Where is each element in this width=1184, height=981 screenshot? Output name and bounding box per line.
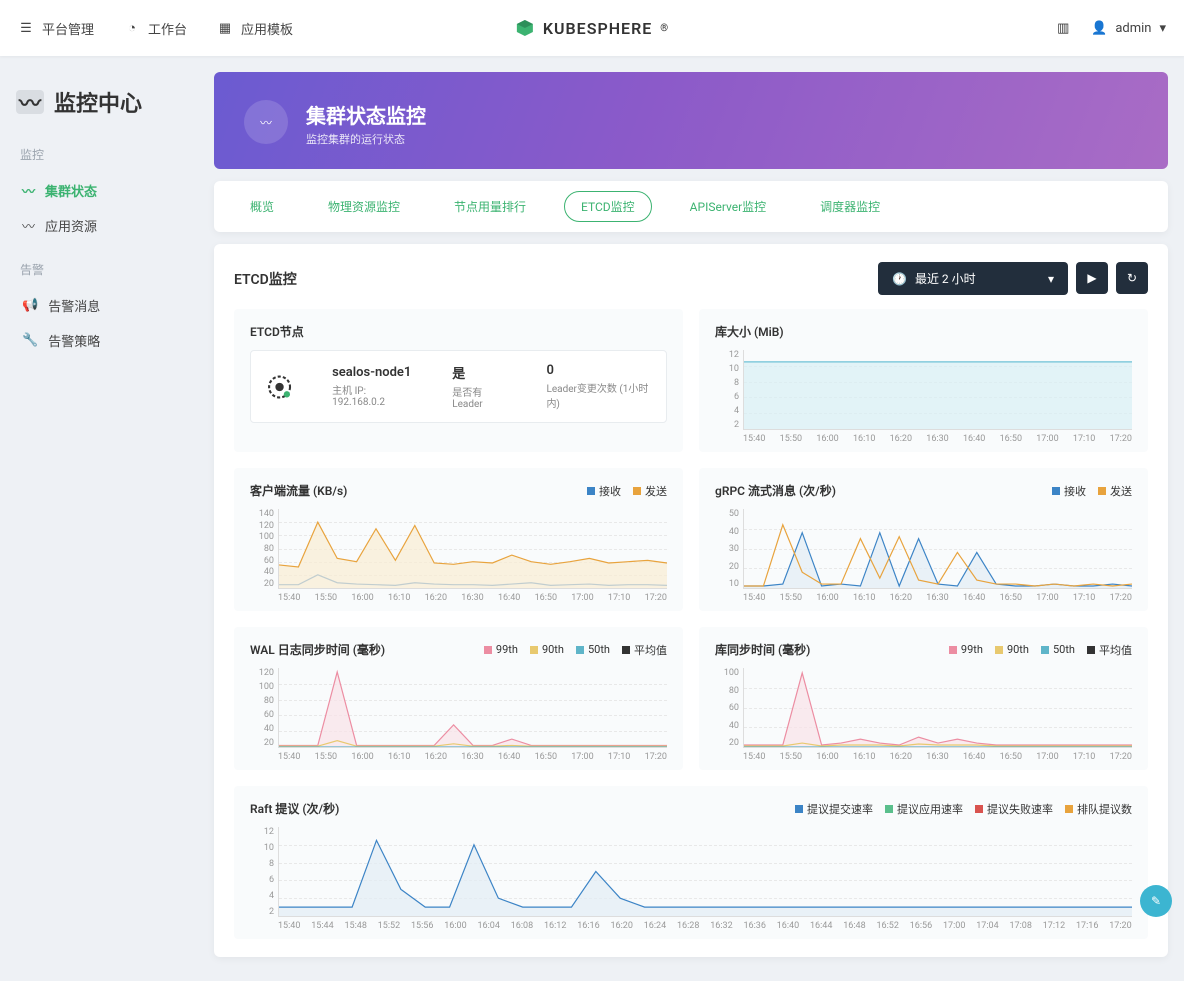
chevron-down-icon: ▾ bbox=[1159, 21, 1166, 36]
menu-icon: 📢 bbox=[22, 298, 38, 313]
menu-icon: 〰 bbox=[22, 216, 35, 235]
user-menu[interactable]: 👤admin▾ bbox=[1091, 20, 1166, 36]
nav-templates[interactable]: ▦应用模板 bbox=[217, 19, 293, 38]
time-range-selector[interactable]: 🕐最近 2 小时 ▾ bbox=[878, 262, 1068, 295]
monitor-icon: 〰 bbox=[16, 90, 44, 114]
panel-title: ETCD监控 bbox=[234, 269, 297, 289]
menu-icon: 〰 bbox=[22, 181, 35, 200]
sidebar-item[interactable]: 〰应用资源 bbox=[16, 208, 194, 243]
logo: KUBESPHERE® bbox=[515, 18, 669, 38]
tab[interactable]: 节点用量排行 bbox=[438, 192, 542, 221]
chart-grpc: gRPC 流式消息 (次/秒)接收发送 5040302010 15:4015:5… bbox=[699, 468, 1148, 611]
chart-wal: WAL 日志同步时间 (毫秒)99th90th50th平均值 120100806… bbox=[234, 627, 683, 770]
tab[interactable]: 调度器监控 bbox=[804, 192, 896, 221]
help-button[interactable]: ✎ bbox=[1140, 885, 1172, 917]
page-title: 集群状态监控 bbox=[244, 100, 1138, 129]
chart-raft: Raft 提议 (次/秒)提议提交速率提议应用速率提议失败速率排队提议数 121… bbox=[234, 786, 1148, 939]
tab[interactable]: APIServer监控 bbox=[674, 192, 783, 221]
play-button[interactable]: ▶ bbox=[1076, 262, 1108, 294]
notification-icon[interactable]: ▥ bbox=[1055, 20, 1071, 36]
clock-icon: 🕐 bbox=[892, 272, 907, 286]
tab[interactable]: ETCD监控 bbox=[564, 191, 652, 222]
menu-icon: 🔧 bbox=[22, 333, 38, 348]
page-hero: 〰 集群状态监控 监控集群的运行状态 bbox=[214, 72, 1168, 169]
refresh-button[interactable]: ↻ bbox=[1116, 262, 1148, 294]
tab[interactable]: 概览 bbox=[234, 192, 290, 221]
sidebar-item[interactable]: 〰集群状态 bbox=[16, 173, 194, 208]
chart-dbsize: 库大小 (MiB) 12108642 15:4015:5016:0016:101… bbox=[699, 309, 1148, 452]
sidebar-item[interactable]: 🔧告警策略 bbox=[16, 323, 194, 358]
nav-workspace[interactable]: ◔工作台 bbox=[124, 19, 187, 38]
tabs: 概览物理资源监控节点用量排行 ETCD监控 APIServer监控调度器监控 bbox=[214, 181, 1168, 232]
user-icon: 👤 bbox=[1091, 20, 1107, 36]
chart-dbsync: 库同步时间 (毫秒)99th90th50th平均值 10080604020 15… bbox=[699, 627, 1148, 770]
tab[interactable]: 物理资源监控 bbox=[312, 192, 416, 221]
nav-platform[interactable]: ☰平台管理 bbox=[18, 19, 94, 38]
chevron-down-icon: ▾ bbox=[1048, 272, 1054, 286]
gear-icon bbox=[267, 373, 292, 401]
sidebar-item[interactable]: 📢告警消息 bbox=[16, 288, 194, 323]
sidebar-title: 〰 监控中心 bbox=[16, 86, 194, 118]
topbar: ☰平台管理 ◔工作台 ▦应用模板 KUBESPHERE® ▥ 👤admin▾ bbox=[0, 0, 1184, 56]
chart-client: 客户端流量 (KB/s)接收发送 14012010080604020 15:40… bbox=[234, 468, 683, 611]
sidebar: 〰 监控中心 监控〰集群状态〰应用资源告警📢告警消息🔧告警策略 bbox=[0, 56, 210, 981]
etcd-node-card: ETCD节点 sealos-node1主机 IP: 192.168.0.2 是是… bbox=[234, 309, 683, 452]
page-subtitle: 监控集群的运行状态 bbox=[244, 131, 1138, 147]
